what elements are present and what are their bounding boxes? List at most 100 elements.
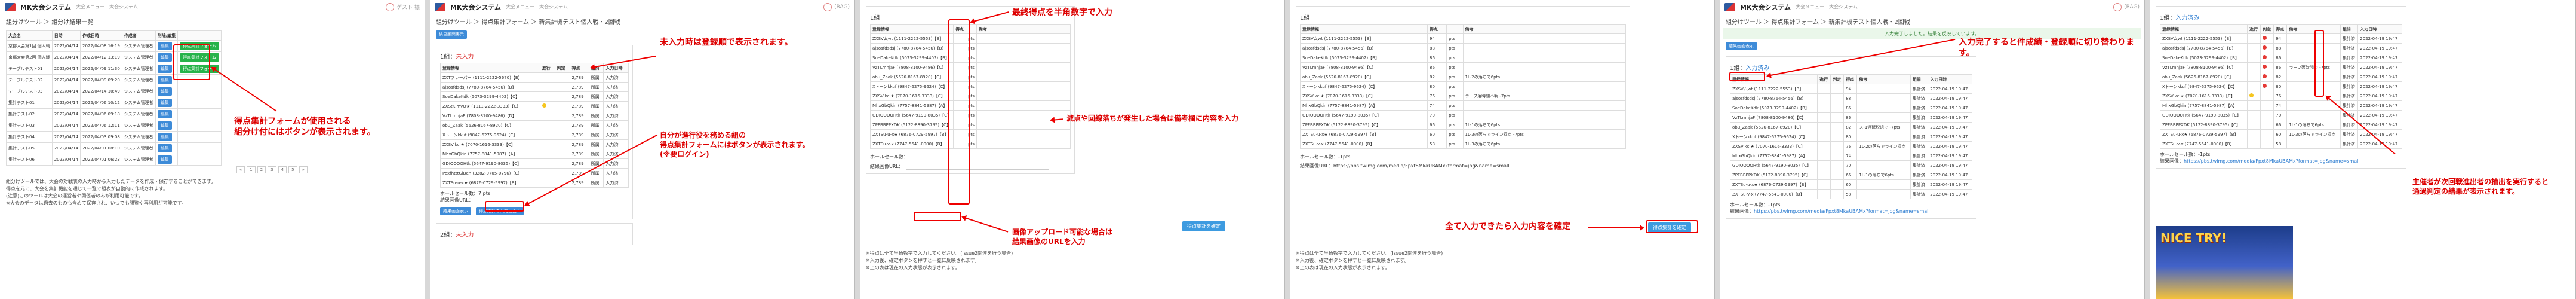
page-link[interactable]: 4 [278,166,287,173]
score-input[interactable]: 58 [1427,139,1447,149]
cell-date: 2022/04/14 [51,97,81,109]
edit-button[interactable]: 編集 [157,110,172,118]
cell-player: MhxGbQkin (7757-8841-5987)【A】 [440,149,540,159]
menu-link-2[interactable]: 大会システム [109,4,138,10]
cell-progress [539,168,555,178]
menu-link-1[interactable]: 大会メニュー [506,4,534,10]
note-input[interactable] [1462,100,1626,111]
cell-player: ZXSV:kcl★ (7070-1616-3333)【C】 [440,139,540,150]
edit-button[interactable]: 編集 [157,155,172,164]
menu-link-1[interactable]: 大会メニュー [76,4,104,10]
cell-note [1856,151,1911,161]
column-header: 進行 [539,63,555,73]
user-box[interactable]: (RAG) [823,2,850,11]
result-view-button[interactable]: 結果画面表示 [436,30,467,39]
edit-button[interactable]: 編集 [157,121,172,130]
note-input[interactable] [976,100,1071,111]
score-input[interactable]: 66 [1427,120,1447,130]
cell-player: ZXTSu-u-x★ (6876-0729-5997)【B】 [869,129,954,139]
note-input[interactable] [976,120,1071,130]
result-image-link[interactable]: https://pbs.twimg.com/media/Fpxt8MkaUBAM… [1754,209,1930,214]
group-status: 入力済み [2175,15,2200,22]
note-input[interactable]: 1L-2の落ちで6pts [1462,72,1626,82]
score-input[interactable]: 76 [1427,91,1447,101]
page-link[interactable]: 2 [257,166,266,173]
note-input[interactable] [976,81,1071,91]
page-link[interactable]: 1 [247,166,256,173]
cell-note [2286,110,2341,120]
annotation-line: 組分け付にはボタンが表示されます。 [234,127,376,138]
cell-note [2286,91,2341,101]
edit-button[interactable]: 編集 [157,76,172,84]
table-row: MhxGbQkin (7757-8841-5987)【A】 74 集計済 2022-0… [2159,100,2402,111]
score-input[interactable]: 86 [1427,62,1447,72]
user-box[interactable]: (RAG) [2113,2,2140,11]
cell-judge [1830,93,1845,103]
result-view-button-2[interactable]: 結果画面表示 [440,207,471,215]
edit-button[interactable]: 編集 [157,65,172,73]
cell-player: ZXTSu-v-x (7747-5641-0000)【B】 [869,139,954,149]
edit-button[interactable]: 編集 [157,87,172,96]
result-view-button[interactable]: 結果画面表示 [1726,42,1757,50]
image-url-input[interactable]: https://pbs.twimg.com/media/Fpxt8MkaUBAM… [1333,163,1510,169]
note-input[interactable]: ラーフ落時間不明 -7pts [1462,91,1626,101]
menu-link-2[interactable]: 大会システム [1829,4,1858,10]
cell-time: 2022-04-19 19:47 [1928,93,1972,103]
note-input[interactable] [1462,43,1626,53]
note-input[interactable] [1462,62,1626,72]
edit-button[interactable]: 編集 [157,42,172,50]
note-input[interactable]: 1L-3の落ちでライン採点 -7pts [1462,129,1626,139]
cell-judge [2260,53,2274,63]
score-input[interactable]: 80 [1427,81,1447,91]
cell-date: 2022/04/14 [51,142,81,154]
score-input[interactable]: 82 [1427,72,1447,82]
cell-judge [2260,139,2274,149]
result-image-link[interactable]: https://pbs.twimg.com/media/Fpxt8MkaUBAM… [2184,158,2360,164]
page-link[interactable]: 3 [268,166,276,173]
score-input[interactable]: 94 [1427,33,1447,44]
score-input[interactable]: 60 [1427,129,1447,139]
note-input[interactable] [976,139,1071,149]
cell-status: 集計済 [2340,129,2359,139]
cell-score: 86 [2273,62,2288,72]
menu-link-1[interactable]: 大会メニュー [1796,4,1824,10]
footer-line: ※入力後、確定ボタンを押すと一覧に反映されます。 [866,258,979,263]
page-link[interactable]: » [299,166,308,173]
cell-unit: pts [1446,129,1464,139]
note-input[interactable] [976,110,1071,120]
score-input[interactable]: 86 [1427,53,1447,63]
note-input[interactable] [976,129,1071,139]
note-input[interactable] [976,72,1071,82]
edit-button[interactable]: 編集 [157,99,172,107]
confirm-button-highlight [1646,220,1698,233]
score-input[interactable]: 88 [1427,43,1447,53]
note-input[interactable] [976,33,1071,44]
note-input[interactable] [976,91,1071,101]
note-input[interactable]: 1L-1の落ちで6pts [1462,120,1626,130]
group-title: 1組： [1730,65,1746,72]
page-link[interactable]: 5 [288,166,297,173]
edit-button[interactable]: 編集 [157,53,172,62]
table-row: ZXTSu-u-x★ (6876-0729-5997)【B】 60 集計済 2022-… [1729,179,1972,190]
menu-link-2[interactable]: 大会システム [539,4,568,10]
note-input[interactable] [1462,81,1626,91]
confirm-button[interactable]: 得点集計を確定 [1182,221,1225,231]
image-url-input[interactable] [905,163,1049,170]
user-box[interactable]: ゲスト 様 [386,2,420,11]
score-input[interactable]: 70 [1427,110,1447,120]
cell-player: ajsosfdsdsj (7780-8764-5456)【B】 [2159,43,2248,53]
page-link[interactable]: « [236,166,245,173]
edit-button[interactable]: 編集 [157,133,172,141]
note-input[interactable] [976,53,1071,63]
note-input[interactable]: 1L-3の落ちで6pts [1462,139,1626,149]
note-input[interactable] [1462,33,1626,44]
note-input[interactable] [976,43,1071,53]
cell-event-name: 集計テスト02 [6,108,53,120]
note-input[interactable] [1462,53,1626,63]
score-input[interactable]: 74 [1427,100,1447,111]
edit-button[interactable]: 編集 [157,144,172,152]
note-input[interactable] [976,62,1071,72]
cell-score: 60 [2273,129,2288,139]
note-input[interactable] [1462,110,1626,120]
column-header: 組前 [2340,24,2359,34]
